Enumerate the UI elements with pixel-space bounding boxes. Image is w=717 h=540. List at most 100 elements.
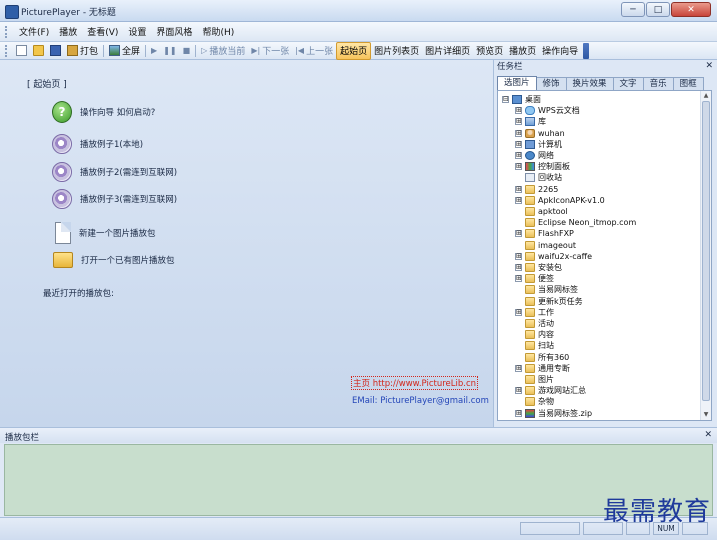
tree-item[interactable]: ⊞ wuhan: [515, 128, 565, 139]
next-icon: ▶|: [251, 46, 261, 55]
expand-icon[interactable]: ⊞: [515, 387, 522, 395]
menu-settings[interactable]: 设置: [123, 25, 151, 38]
menu-theme[interactable]: 界面风格: [151, 25, 197, 38]
scroll-thumb[interactable]: [702, 101, 710, 401]
example3-link[interactable]: 播放例子3(需连到互联网): [52, 189, 177, 209]
menu-play[interactable]: 播放: [54, 25, 82, 38]
save-button[interactable]: [47, 43, 64, 59]
package-bar-close-button[interactable]: ✕: [704, 430, 712, 440]
tree-item[interactable]: ⊞ 2265: [515, 184, 558, 195]
menu-view[interactable]: 查看(V): [82, 25, 123, 38]
scroll-up-icon[interactable]: ▲: [702, 92, 710, 100]
next-button[interactable]: ▶| 下一张: [248, 43, 292, 59]
tab-music[interactable]: 音乐: [642, 77, 674, 91]
expand-icon[interactable]: ⊞: [515, 140, 522, 148]
play-current-button[interactable]: ▷ 播放当前: [198, 43, 248, 59]
stop-button[interactable]: ■: [180, 43, 194, 59]
toolbar-separator: [103, 44, 105, 57]
tree-item[interactable]: 图片: [515, 374, 554, 385]
tree-item[interactable]: ⊞ 计算机: [515, 139, 562, 150]
tree-item[interactable]: ⊞ 当易网标签.zip: [515, 408, 592, 419]
minimize-button[interactable]: ─: [621, 2, 645, 17]
tree-item[interactable]: Eclipse Neon_itmop.com: [515, 217, 636, 228]
pause-button[interactable]: ❚❚: [160, 43, 179, 59]
tree-item[interactable]: 回收站: [515, 172, 562, 183]
tree-item[interactable]: 内容: [515, 329, 554, 340]
preview-page-button[interactable]: 预览页: [473, 43, 506, 59]
wizard-link[interactable]: ? 操作向导 如何启动?: [52, 101, 155, 123]
new-package-link[interactable]: 新建一个图片播放包: [55, 222, 156, 244]
close-button[interactable]: ✕: [671, 2, 711, 17]
email-link[interactable]: EMail: PicturePlayer@gmail.com: [352, 396, 489, 406]
open-button[interactable]: [30, 43, 47, 59]
tree-scrollbar[interactable]: ▲ ▼: [700, 91, 711, 420]
fullscreen-button[interactable]: 全屏: [106, 43, 143, 59]
wizard-button[interactable]: 操作向导: [539, 43, 581, 59]
tree-item[interactable]: ⊞ ApkIconAPK-v1.0: [515, 195, 605, 206]
tree-item[interactable]: ⊟ 桌面: [502, 94, 541, 105]
tab-decorate[interactable]: 修饰: [535, 77, 567, 91]
maximize-button[interactable]: □: [646, 2, 670, 17]
expand-icon[interactable]: ⊞: [515, 129, 522, 137]
scroll-down-icon[interactable]: ▼: [702, 411, 710, 419]
list-page-button[interactable]: 图片列表页: [371, 43, 422, 59]
expand-icon[interactable]: ⊞: [515, 264, 522, 271]
tab-text[interactable]: 文字: [612, 77, 644, 91]
tree-item[interactable]: 杂物: [515, 396, 554, 407]
expand-icon[interactable]: ⊞: [515, 163, 522, 171]
tree-item[interactable]: ⊞ 游戏网站汇总: [515, 385, 586, 396]
tree-item-label: 杂物: [538, 397, 554, 407]
menu-grip[interactable]: [5, 25, 10, 38]
tree-item[interactable]: ⊞ waifu2x-caffe: [515, 251, 592, 262]
expand-icon[interactable]: ⊞: [515, 275, 522, 283]
start-page-button[interactable]: 起始页: [336, 41, 372, 60]
expand-icon[interactable]: ⊞: [515, 185, 522, 193]
example2-link[interactable]: 播放例子2(需连到互联网): [52, 162, 177, 182]
play-page-button[interactable]: 播放页: [506, 43, 539, 59]
tab-frame[interactable]: 图框: [672, 77, 704, 91]
folder-tree[interactable]: ⊟ 桌面 ⊞ WPS云文档 ⊞ 库 ⊞ wuhan ⊞ 计算机 ⊞ 网络 ⊞ 控制面板 回收站 ⊞ 2265 ⊞ A…: [497, 90, 712, 421]
toolbar-overflow-button[interactable]: [583, 42, 590, 59]
detail-page-button[interactable]: 图片详细页: [422, 43, 473, 59]
tree-item[interactable]: 活动: [515, 318, 554, 329]
tree-item[interactable]: 当易网标签: [515, 284, 578, 295]
tree-item[interactable]: ⊞ 控制面板: [515, 161, 570, 172]
tab-transition[interactable]: 换片效果: [565, 77, 614, 91]
tree-item[interactable]: ⊞ WPS云文档: [515, 105, 580, 116]
menu-help[interactable]: 帮助(H): [197, 25, 239, 38]
tree-item[interactable]: imageout: [515, 240, 576, 251]
expand-icon[interactable]: ⊞: [515, 152, 522, 159]
tree-item[interactable]: ⊞ 便签: [515, 273, 554, 284]
expand-icon[interactable]: ⊞: [515, 252, 522, 260]
collapse-icon[interactable]: ⊟: [502, 96, 509, 103]
open-package-link[interactable]: 打开一个已有图片播放包: [53, 252, 175, 268]
task-pane-close-button[interactable]: ✕: [705, 61, 713, 71]
package-button[interactable]: 打包: [64, 43, 101, 59]
toolbar-grip[interactable]: [5, 44, 10, 57]
menu-file[interactable]: 文件(F): [14, 25, 54, 38]
prev-button[interactable]: |◀ 上一张: [292, 43, 336, 59]
tree-item[interactable]: 更新k页任务: [515, 296, 583, 307]
expand-icon[interactable]: ⊞: [515, 230, 522, 238]
tree-item[interactable]: 所有360: [515, 352, 569, 363]
homepage-link[interactable]: 主页 http://www.PictureLib.cn: [351, 376, 479, 390]
example1-link[interactable]: 播放例子1(本地): [52, 134, 143, 154]
package-icon: [67, 45, 78, 56]
tree-item[interactable]: ⊞ 网络: [515, 150, 554, 161]
tree-item[interactable]: ⊞ 库: [515, 116, 546, 127]
expand-icon[interactable]: ⊞: [515, 409, 522, 417]
tree-item[interactable]: ⊞ 工作: [515, 307, 554, 318]
tree-item[interactable]: ⊞ 通用专断: [515, 363, 570, 374]
expand-icon[interactable]: ⊞: [515, 364, 522, 372]
expand-icon[interactable]: ⊞: [515, 107, 522, 115]
new-button[interactable]: [13, 43, 30, 59]
play-button[interactable]: ▶: [148, 43, 160, 59]
expand-icon[interactable]: ⊞: [515, 308, 522, 316]
tab-select-pictures[interactable]: 选图片: [497, 76, 537, 91]
tree-item[interactable]: ⊞ 安装包: [515, 262, 562, 273]
tree-item[interactable]: apktool: [515, 206, 568, 217]
tree-item[interactable]: ⊞ FlashFXP: [515, 228, 574, 239]
expand-icon[interactable]: ⊞: [515, 196, 522, 204]
expand-icon[interactable]: ⊞: [515, 118, 522, 126]
tree-item[interactable]: 扫站: [515, 340, 554, 351]
